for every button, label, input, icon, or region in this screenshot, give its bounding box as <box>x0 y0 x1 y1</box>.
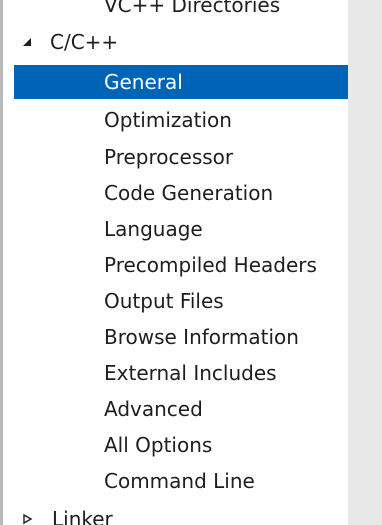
tree-item-label: Advanced <box>104 397 203 421</box>
tree-item-code-generation[interactable]: Code Generation <box>14 176 348 210</box>
property-tree-screenshot: VC++ Directories C/C++ General Optimizat… <box>0 0 382 525</box>
tree-group-label: Linker <box>52 507 113 525</box>
tree-item-precompiled-headers[interactable]: Precompiled Headers <box>14 248 348 282</box>
tree-item-command-line[interactable]: Command Line <box>14 464 348 498</box>
tree-item-vc-directories[interactable]: VC++ Directories <box>14 0 348 22</box>
tree-item-optimization[interactable]: Optimization <box>14 103 348 137</box>
left-panel-border <box>0 0 3 525</box>
tree-item-label: Browse Information <box>104 325 299 349</box>
tree-item-label: All Options <box>104 433 213 457</box>
tree-item-general[interactable]: General <box>14 65 348 99</box>
tree-item-preprocessor[interactable]: Preprocessor <box>14 140 348 174</box>
tree-item-label: Code Generation <box>104 181 274 205</box>
expanded-triangle-icon-svg <box>23 38 31 46</box>
collapsed-triangle-icon-svg <box>23 513 33 525</box>
vertical-scrollbar-track[interactable] <box>348 0 382 525</box>
tree-item-label: Language <box>104 217 203 241</box>
tree-item-label: Precompiled Headers <box>104 253 317 277</box>
tree-item-label: Command Line <box>104 469 255 493</box>
tree-item-label: External Includes <box>104 361 277 385</box>
tree-item-output-files[interactable]: Output Files <box>14 284 348 318</box>
tree-item-label: General <box>104 70 183 94</box>
tree-item-browse-information[interactable]: Browse Information <box>14 320 348 354</box>
tree-item-advanced[interactable]: Advanced <box>14 392 348 426</box>
tree-group-cpp[interactable]: C/C++ <box>14 25 348 59</box>
tree-item-external-includes[interactable]: External Includes <box>14 356 348 390</box>
tree-group-linker[interactable]: Linker <box>14 502 348 525</box>
tree-item-label: VC++ Directories <box>104 0 281 17</box>
tree-group-label: C/C++ <box>50 30 119 54</box>
tree-item-label: Optimization <box>104 108 232 132</box>
tree-item-label: Output Files <box>104 289 224 313</box>
tree-item-label: Preprocessor <box>104 145 234 169</box>
tree-item-all-options[interactable]: All Options <box>14 428 348 462</box>
tree-item-language[interactable]: Language <box>14 212 348 246</box>
expanded-triangle-icon[interactable] <box>20 25 34 59</box>
collapsed-triangle-icon[interactable] <box>20 502 34 525</box>
